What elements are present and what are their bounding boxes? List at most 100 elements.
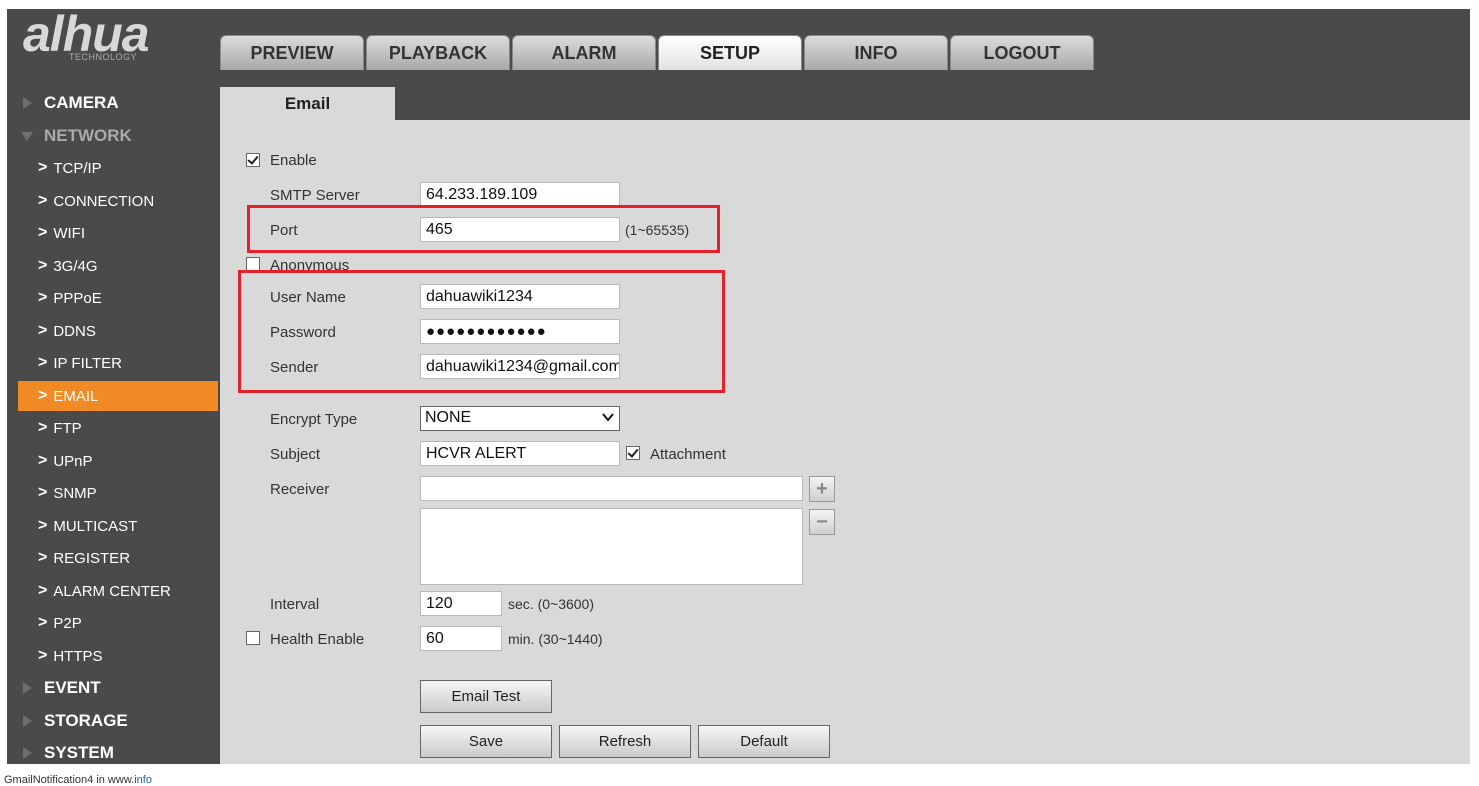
default-button[interactable]: Default — [698, 725, 830, 758]
sidebar-item-register[interactable]: > REGISTER — [18, 543, 218, 573]
dahua-logo: alhua TECHNOLOGY — [21, 9, 191, 65]
remove-receiver-button[interactable]: − — [809, 509, 835, 535]
port-range-hint: (1~65535) — [625, 222, 690, 238]
sidebar-item-tcpip[interactable]: > TCP/IP — [18, 153, 218, 183]
sidebar-item-multicast[interactable]: > MULTICAST — [18, 511, 218, 541]
sidebar-item-label: SNMP — [53, 484, 97, 502]
health-interval-input[interactable]: 60 — [420, 626, 502, 651]
chevron-right-icon: > — [38, 387, 48, 404]
sidebar-item-ip-filter[interactable]: > IP FILTER — [18, 348, 218, 378]
sidebar-category-network[interactable]: NETWORK — [18, 121, 218, 151]
triangle-right-icon — [23, 747, 32, 759]
sidebar-category-event[interactable]: EVENT — [18, 673, 218, 703]
sidebar-item-upnp[interactable]: > UPnP — [18, 446, 218, 476]
tab-logout[interactable]: LOGOUT — [950, 35, 1094, 70]
sidebar-item-https[interactable]: > HTTPS — [18, 641, 218, 671]
receiver-list[interactable] — [420, 508, 803, 585]
sidebar-item-label: HTTPS — [53, 647, 103, 665]
enable-checkbox[interactable] — [246, 153, 260, 167]
add-receiver-button[interactable]: + — [809, 476, 835, 502]
chevron-right-icon: > — [38, 289, 48, 306]
sidebar-item-label: EMAIL — [53, 387, 99, 405]
port-label: Port — [270, 222, 298, 239]
port-input[interactable]: 465 — [420, 217, 620, 242]
chevron-right-icon: > — [38, 484, 48, 501]
sidebar-category-storage[interactable]: STORAGE — [18, 706, 218, 736]
sidebar-item-ddns[interactable]: > DDNS — [18, 316, 218, 346]
tab-info[interactable]: INFO — [804, 35, 948, 70]
sidebar-item-wifi[interactable]: > WIFI — [18, 218, 218, 248]
sidebar-item-connection[interactable]: > CONNECTION — [18, 186, 218, 216]
sidebar-item-p2p[interactable]: > P2P — [18, 608, 218, 638]
password-label: Password — [270, 324, 336, 341]
encrypt-type-label: Encrypt Type — [270, 411, 358, 428]
anonymous-checkbox[interactable] — [246, 257, 260, 271]
sidebar-item-label: FTP — [53, 419, 82, 437]
sidebar-category-label: CAMERA — [44, 93, 119, 112]
health-enable-label: Health Enable — [270, 631, 365, 648]
sidebar-category-camera[interactable]: CAMERA — [18, 88, 218, 118]
triangle-right-icon — [23, 97, 32, 109]
encrypt-type-value: NONE — [425, 409, 472, 426]
chevron-down-icon — [602, 413, 614, 422]
encrypt-type-select[interactable]: NONE — [420, 406, 620, 431]
sidebar-item-label: TCP/IP — [53, 159, 102, 177]
tab-playback[interactable]: PLAYBACK — [366, 35, 510, 70]
sidebar-item-email[interactable]: > EMAIL — [18, 381, 218, 411]
interval-input[interactable]: 120 — [420, 591, 502, 616]
sender-label: Sender — [270, 359, 319, 376]
subject-input[interactable]: HCVR ALERT — [420, 441, 620, 466]
smtp-server-label: SMTP Server — [270, 187, 360, 204]
chevron-right-icon: > — [38, 647, 48, 664]
enable-label: Enable — [270, 152, 317, 169]
chevron-right-icon: > — [38, 452, 48, 469]
user-name-label: User Name — [270, 289, 346, 306]
email-settings-panel: Enable SMTP Server 64.233.189.109 Port 4… — [220, 120, 1470, 764]
health-enable-checkbox[interactable] — [246, 631, 260, 645]
tab-setup[interactable]: SETUP — [658, 35, 802, 70]
chevron-right-icon: > — [38, 159, 48, 176]
content-area: Email Enable SMTP Server 64.233.189.109 … — [220, 70, 1470, 764]
chevron-right-icon: > — [38, 614, 48, 631]
sidebar-item-label: P2P — [53, 614, 82, 632]
save-button[interactable]: Save — [420, 725, 552, 758]
chevron-right-icon: > — [38, 419, 48, 436]
sidebar-item-alarm-center[interactable]: > ALARM CENTER — [18, 576, 218, 606]
health-interval-hint: min. (30~1440) — [508, 631, 603, 647]
attachment-checkbox[interactable] — [626, 446, 640, 460]
dvr-web-ui: alhua TECHNOLOGY PREVIEW PLAYBACK ALARM … — [7, 9, 1470, 764]
sidebar-item-3g4g[interactable]: >3G/4G — [18, 251, 218, 281]
receiver-input[interactable] — [420, 476, 803, 501]
sidebar: CAMERA NETWORK > TCP/IP > CONNECTION > WIFI… — [7, 70, 220, 764]
smtp-server-input[interactable]: 64.233.189.109 — [420, 182, 620, 207]
content-tab-email[interactable]: Email — [220, 87, 395, 120]
chevron-right-icon: > — [38, 582, 48, 599]
sidebar-item-label: PPPoE — [53, 289, 102, 307]
chevron-right-icon: > — [38, 257, 48, 274]
sidebar-category-label: STORAGE — [44, 711, 128, 730]
sidebar-category-label: SYSTEM — [44, 743, 114, 762]
chevron-right-icon: > — [38, 322, 48, 339]
chevron-right-icon: > — [38, 224, 48, 241]
attachment-label: Attachment — [650, 446, 726, 463]
sidebar-item-label: ALARM CENTER — [53, 582, 171, 600]
sidebar-item-label: CONNECTION — [53, 192, 155, 210]
refresh-button[interactable]: Refresh — [559, 725, 691, 758]
sidebar-item-snmp[interactable]: > SNMP — [18, 478, 218, 508]
sidebar-item-label: WIFI — [53, 224, 85, 242]
email-test-button[interactable]: Email Test — [420, 680, 552, 713]
sidebar-item-label: UPnP — [53, 452, 93, 470]
tab-preview[interactable]: PREVIEW — [220, 35, 364, 70]
sidebar-item-ftp[interactable]: > FTP — [18, 413, 218, 443]
sidebar-item-pppoe[interactable]: > PPPoE — [18, 283, 218, 313]
interval-label: Interval — [270, 596, 320, 613]
logo-subtitle: TECHNOLOGY — [69, 52, 138, 62]
caption-link[interactable]: info — [134, 774, 152, 786]
sender-input[interactable]: dahuawiki1234@gmail.com — [420, 354, 620, 379]
sidebar-category-system[interactable]: SYSTEM — [18, 738, 218, 764]
tab-alarm[interactable]: ALARM — [512, 35, 656, 70]
password-input[interactable]: ●●●●●●●●●●●● — [420, 319, 620, 344]
triangle-down-icon — [21, 131, 33, 141]
user-name-input[interactable]: dahuawiki1234 — [420, 284, 620, 309]
sidebar-item-label: DDNS — [53, 322, 96, 340]
